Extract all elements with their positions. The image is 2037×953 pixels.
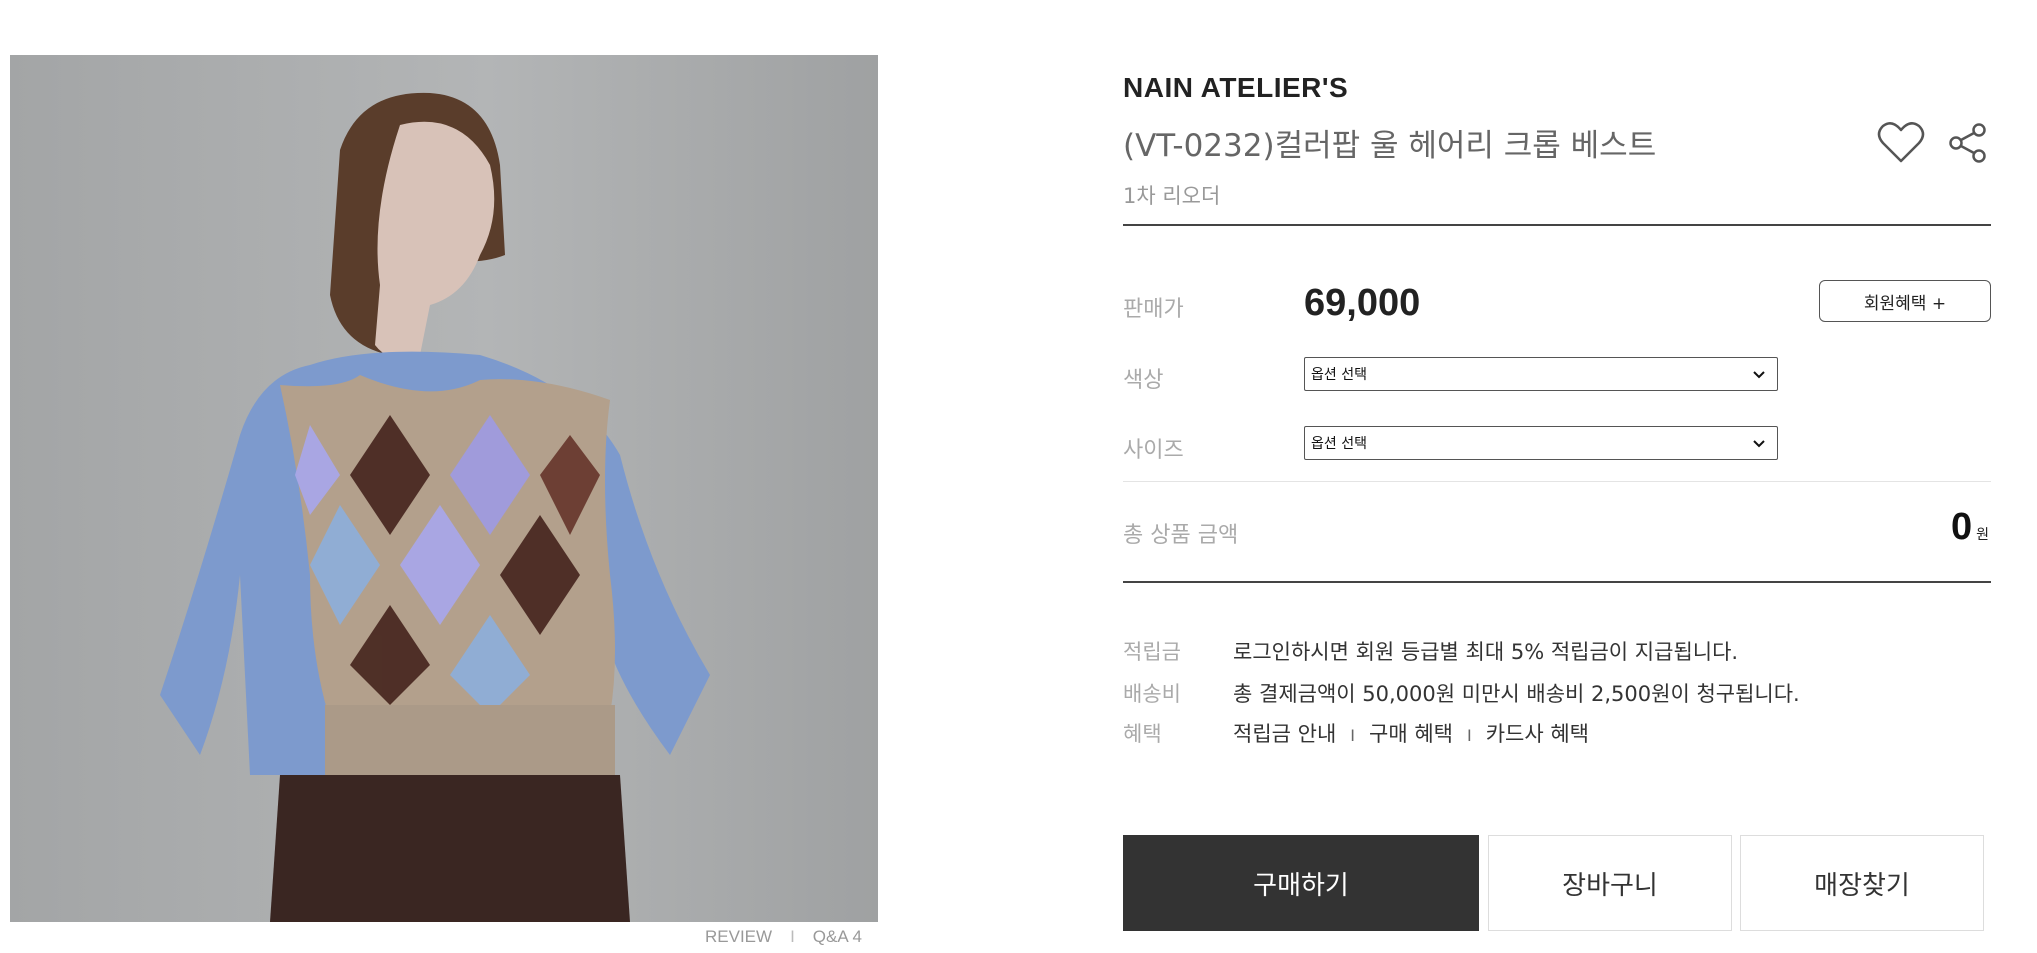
review-link[interactable]: REVIEW (705, 927, 772, 947)
total-amount: 0원 (1951, 506, 1989, 549)
model-illustration (160, 92, 710, 922)
product-image[interactable] (10, 55, 878, 922)
buy-button[interactable]: 구매하기 (1123, 835, 1479, 931)
find-store-button[interactable]: 매장찾기 (1740, 835, 1984, 931)
size-label: 사이즈 (1123, 438, 1184, 463)
color-select-value: 옵션 선택 (1311, 367, 1367, 383)
cart-button[interactable]: 장바구니 (1488, 835, 1732, 931)
link-separator: I (1350, 726, 1355, 745)
total-value: 0 (1950, 506, 1973, 548)
member-benefit-button[interactable]: 회원혜택 + (1819, 280, 1991, 322)
product-note: 1차 리오더 (1123, 184, 1221, 208)
total-unit: 원 (1976, 526, 1989, 542)
size-select[interactable]: 옵션 선택 (1304, 426, 1778, 460)
total-label: 총 상품 금액 (1123, 523, 1239, 548)
shipping-label: 배송비 (1123, 682, 1181, 706)
points-guide-link[interactable]: 적립금 안내 (1233, 722, 1336, 746)
benefits-label: 혜택 (1123, 722, 1162, 746)
benefit-links: 적립금 안내 I 구매 혜택 I 카드사 혜택 (1233, 718, 1589, 748)
size-select-value: 옵션 선택 (1311, 436, 1367, 452)
purchase-benefit-link[interactable]: 구매 혜택 (1369, 722, 1453, 746)
price-value: 69,000 (1304, 282, 1421, 324)
tab-separator: I (790, 927, 795, 946)
image-tabs: REVIEW I Q&A 4 (705, 927, 862, 947)
divider (1123, 481, 1991, 482)
link-separator: I (1466, 726, 1472, 745)
qna-link[interactable]: Q&A 4 (813, 927, 862, 947)
card-benefit-link[interactable]: 카드사 혜택 (1486, 722, 1589, 746)
divider (1123, 581, 1991, 583)
product-name: (VT-0232)컬러팝 울 헤어리 크롭 베스트 (1123, 128, 1657, 164)
shipping-text: 총 결제금액이 50,000원 미만시 배송비 2,500원이 청구됩니다. (1233, 682, 1800, 706)
divider (1123, 224, 1991, 226)
brand-name[interactable]: NAIN ATELIER'S (1123, 72, 1348, 104)
points-label: 적립금 (1123, 640, 1181, 664)
color-select[interactable]: 옵션 선택 (1304, 357, 1778, 391)
share-icon[interactable] (1948, 122, 1988, 164)
color-label: 색상 (1123, 368, 1164, 393)
points-text: 로그인하시면 회원 등급별 최대 5% 적립금이 지급됩니다. (1233, 640, 1739, 664)
chevron-down-icon (1753, 440, 1765, 448)
heart-icon[interactable] (1877, 120, 1925, 164)
price-label: 판매가 (1123, 297, 1184, 322)
chevron-down-icon (1753, 371, 1765, 379)
